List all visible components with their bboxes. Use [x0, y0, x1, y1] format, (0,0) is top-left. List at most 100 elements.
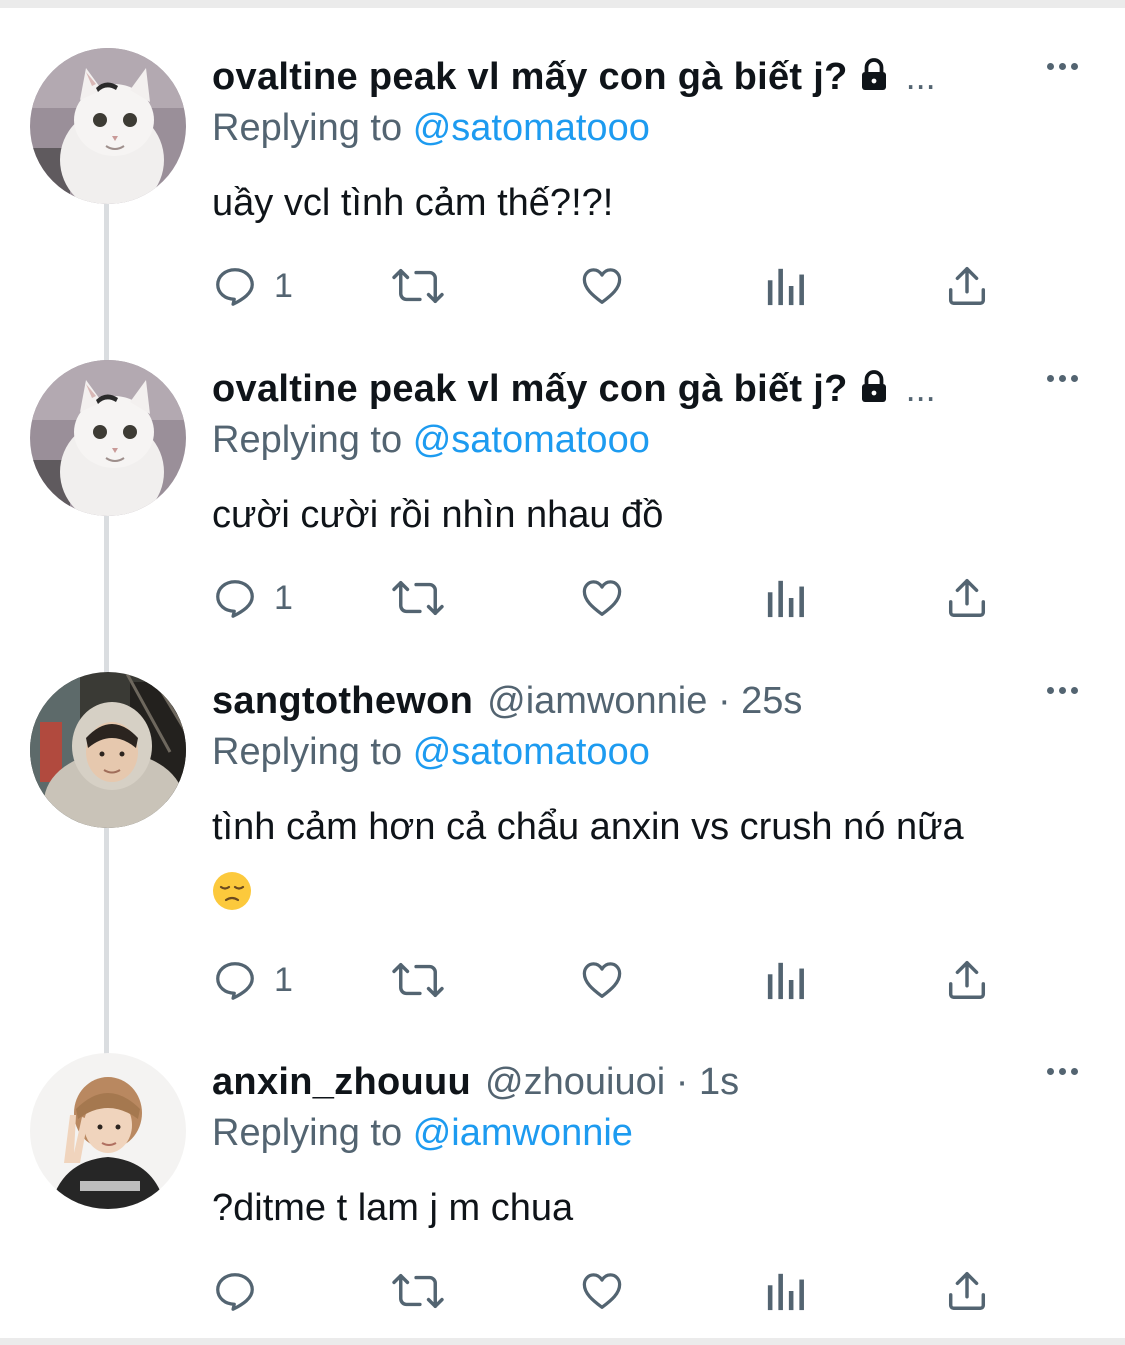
- replying-to-line: Replying to @iamwonnie: [212, 1109, 633, 1157]
- tweet-text: ?ditme t lam j m chua: [212, 1187, 574, 1229]
- replying-to-mention[interactable]: @satomatooo: [413, 419, 650, 461]
- like-icon: [582, 268, 622, 304]
- share-icon: [948, 1272, 986, 1310]
- like-icon: [582, 1273, 622, 1309]
- reply-button[interactable]: 1: [212, 573, 293, 623]
- tweet-header: ovaltine peak vl mấy con gà biết j?...: [212, 364, 936, 414]
- retweet-button[interactable]: [390, 955, 446, 1005]
- peace-sign-person-avatar-icon: [30, 1053, 186, 1209]
- more-options-button[interactable]: [1032, 1051, 1092, 1091]
- share-icon: [948, 267, 986, 305]
- display-name[interactable]: sangtothewon: [212, 680, 473, 722]
- cat-avatar-icon: [30, 360, 186, 516]
- reply-button[interactable]: 1: [212, 955, 293, 1005]
- replying-to-label: Replying to: [212, 419, 403, 461]
- tweet-text: uầy vcl tình cảm thế?!?!: [212, 182, 614, 224]
- share-icon: [948, 961, 986, 999]
- more-options-button[interactable]: [1032, 670, 1092, 710]
- tweet-actions: 1: [212, 955, 1012, 1005]
- tweet[interactable]: anxin_zhouuu @zhouiuoi · 1s Replying to @…: [0, 1053, 1125, 1333]
- cat-avatar-icon: [30, 48, 186, 204]
- tweet-actions: 1: [212, 261, 1012, 311]
- share-icon: [948, 579, 986, 617]
- separator-dot: ·: [675, 1061, 689, 1103]
- tweet-text: tình cảm hơn cả chẩu anxin vs crush nó n…: [212, 806, 964, 848]
- analytics-button[interactable]: [765, 1266, 807, 1316]
- analytics-button[interactable]: [765, 261, 807, 311]
- retweet-button[interactable]: [390, 261, 446, 311]
- user-avatar[interactable]: [30, 1053, 186, 1209]
- tweet-actions: 1: [212, 573, 1012, 623]
- user-handle[interactable]: @zhouiuoi: [485, 1061, 665, 1103]
- separator-dot: ·: [717, 680, 731, 722]
- replying-to-line: Replying to @satomatooo: [212, 104, 650, 152]
- retweet-icon: [392, 1273, 444, 1309]
- name-truncation: ...: [905, 368, 936, 409]
- replying-to-line: Replying to @satomatooo: [212, 416, 650, 464]
- replying-to-mention[interactable]: @iamwonnie: [413, 1112, 633, 1154]
- user-avatar[interactable]: [30, 360, 186, 516]
- tweet-header: anxin_zhouuu @zhouiuoi · 1s: [212, 1057, 739, 1107]
- like-button[interactable]: [578, 261, 626, 311]
- top-divider: [0, 0, 1125, 8]
- user-avatar[interactable]: [30, 48, 186, 204]
- bottom-divider: [0, 1338, 1125, 1345]
- timestamp[interactable]: 25s: [741, 680, 802, 722]
- replying-to-label: Replying to: [212, 731, 403, 773]
- analytics-icon: [767, 580, 804, 618]
- like-button[interactable]: [578, 573, 626, 623]
- display-name[interactable]: ovaltine peak vl mấy con gà biết j?: [212, 56, 848, 98]
- reply-button[interactable]: 1: [212, 261, 293, 311]
- tweet[interactable]: sangtothewon @iamwonnie · 25s Replying to…: [0, 672, 1125, 1022]
- analytics-button[interactable]: [765, 955, 807, 1005]
- reply-icon: [216, 580, 254, 618]
- reply-count: 1: [274, 578, 293, 617]
- more-options-button[interactable]: [1032, 46, 1092, 86]
- replying-to-mention[interactable]: @satomatooo: [413, 107, 650, 149]
- like-button[interactable]: [578, 955, 626, 1005]
- reply-count: 1: [274, 266, 293, 305]
- user-handle[interactable]: @iamwonnie: [487, 680, 707, 722]
- reply-icon: [216, 962, 254, 1000]
- name-truncation: ...: [905, 56, 936, 97]
- lock-icon: [856, 56, 892, 106]
- pensive-face-emoji-icon: [212, 866, 252, 910]
- share-button[interactable]: [944, 1266, 990, 1316]
- tweet-header: ovaltine peak vl mấy con gà biết j?...: [212, 52, 936, 102]
- share-button[interactable]: [944, 261, 990, 311]
- replying-to-label: Replying to: [212, 107, 403, 149]
- tweet-text: cười cười rồi nhìn nhau đồ: [212, 494, 664, 536]
- display-name[interactable]: anxin_zhouuu: [212, 1061, 471, 1103]
- tweet[interactable]: ovaltine peak vl mấy con gà biết j?... R…: [0, 48, 1125, 328]
- user-avatar[interactable]: [30, 672, 186, 828]
- tweet-actions: [212, 1266, 1012, 1316]
- share-button[interactable]: [944, 573, 990, 623]
- replying-to-mention[interactable]: @satomatooo: [413, 731, 650, 773]
- hoodie-person-avatar-icon: [30, 672, 186, 828]
- timestamp[interactable]: 1s: [699, 1061, 739, 1103]
- reply-icon: [216, 1273, 254, 1311]
- reply-button[interactable]: [212, 1266, 274, 1316]
- replying-to-line: Replying to @satomatooo: [212, 728, 650, 776]
- retweet-icon: [392, 962, 444, 998]
- share-button[interactable]: [944, 955, 990, 1005]
- more-options-button[interactable]: [1032, 358, 1092, 398]
- analytics-button[interactable]: [765, 573, 807, 623]
- reply-count: 1: [274, 960, 293, 999]
- tweet[interactable]: ovaltine peak vl mấy con gà biết j?... R…: [0, 360, 1125, 640]
- like-button[interactable]: [578, 1266, 626, 1316]
- reply-icon: [216, 268, 254, 306]
- tweet-text-container: tình cảm hơn cả chẩu anxin vs crush nó n…: [212, 794, 1082, 926]
- like-icon: [582, 580, 622, 616]
- lock-icon: [856, 368, 892, 418]
- retweet-icon: [392, 268, 444, 304]
- retweet-button[interactable]: [390, 573, 446, 623]
- retweet-button[interactable]: [390, 1266, 446, 1316]
- retweet-icon: [392, 580, 444, 616]
- tweet-header: sangtothewon @iamwonnie · 25s: [212, 676, 802, 726]
- analytics-icon: [767, 1273, 804, 1311]
- analytics-icon: [767, 962, 804, 1000]
- analytics-icon: [767, 268, 804, 306]
- like-icon: [582, 962, 622, 998]
- display-name[interactable]: ovaltine peak vl mấy con gà biết j?: [212, 368, 848, 410]
